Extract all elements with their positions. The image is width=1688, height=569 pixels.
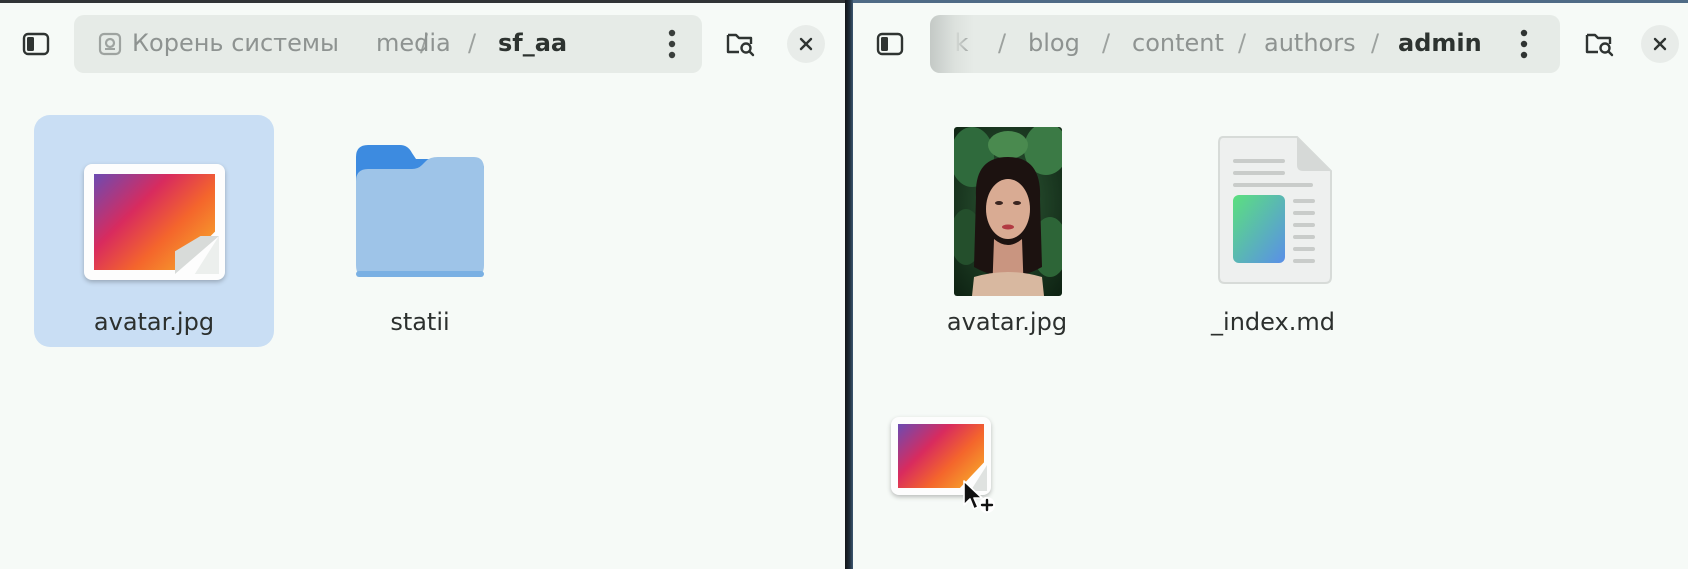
breadcrumb-authors[interactable]: authors: [1264, 29, 1356, 57]
folder-search-icon: [1585, 33, 1614, 57]
path-bar: Корень системы / media / sf_aa: [74, 15, 702, 73]
kebab-menu-icon: [1520, 29, 1528, 59]
image-file-icon: [84, 164, 225, 280]
file-name: _index.md: [1211, 308, 1335, 336]
overflow-fade: [930, 15, 974, 73]
search-folder-button[interactable]: [1579, 24, 1619, 64]
breadcrumb-media[interactable]: media: [376, 29, 451, 57]
close-icon: [799, 37, 813, 51]
file-item-index-md[interactable]: _index.md: [1153, 115, 1393, 347]
file-name: avatar.jpg: [93, 308, 215, 336]
breadcrumb-separator: /: [1371, 29, 1380, 57]
file-manager-window-left: Корень системы / media / sf_aa avatar.jp…: [0, 0, 845, 569]
sidebar-toggle-icon: [876, 32, 904, 56]
file-item-avatar[interactable]: avatar.jpg: [34, 115, 274, 347]
path-menu-button[interactable]: [1504, 24, 1544, 64]
close-button[interactable]: [1641, 25, 1679, 63]
folder-icon: [356, 145, 484, 277]
breadcrumb-separator: /: [468, 29, 477, 57]
sidebar-toggle-button[interactable]: [16, 24, 56, 64]
file-name: avatar.jpg: [946, 308, 1068, 336]
breadcrumb-current[interactable]: admin: [1398, 29, 1482, 57]
breadcrumb-separator: /: [1102, 29, 1111, 57]
kebab-menu-icon: [668, 29, 676, 59]
folder-name: statii: [390, 308, 450, 336]
photo-thumbnail: [954, 127, 1062, 296]
breadcrumb-separator: /: [998, 29, 1007, 57]
breadcrumb-current[interactable]: sf_aa: [498, 29, 567, 57]
path-menu-button[interactable]: [652, 24, 692, 64]
file-manager-window-right: ork / blog / content / authors / admin: [853, 0, 1688, 569]
file-item-avatar[interactable]: avatar.jpg: [887, 115, 1127, 347]
screen: Корень системы / media / sf_aa avatar.jp…: [0, 0, 1688, 569]
sidebar-toggle-icon: [22, 32, 50, 56]
sidebar-toggle-button[interactable]: [870, 24, 910, 64]
breadcrumb-blog[interactable]: blog: [1028, 29, 1080, 57]
window-divider: [845, 0, 853, 569]
drive-icon: [98, 32, 122, 60]
folder-search-icon: [726, 33, 755, 57]
folder-item-statii[interactable]: statii: [300, 115, 540, 347]
breadcrumb-content[interactable]: content: [1132, 29, 1224, 57]
header-bar: ork / blog / content / authors / admin: [853, 15, 1688, 77]
path-bar: ork / blog / content / authors / admin: [930, 15, 1560, 73]
breadcrumb-separator: /: [1238, 29, 1247, 57]
copy-cursor-icon: [963, 480, 995, 513]
breadcrumb-root[interactable]: Корень системы: [132, 29, 339, 57]
close-button[interactable]: [787, 25, 825, 63]
search-folder-button[interactable]: [720, 24, 760, 64]
markdown-file-icon: [1218, 136, 1332, 284]
close-icon: [1653, 37, 1667, 51]
header-bar: Корень системы / media / sf_aa: [0, 15, 845, 77]
